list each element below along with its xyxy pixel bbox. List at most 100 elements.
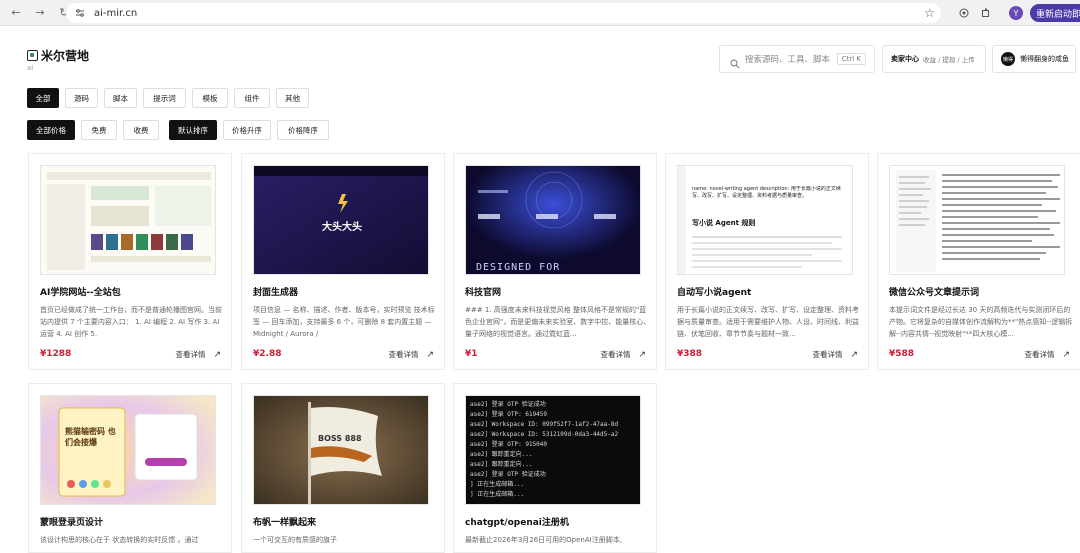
category-component[interactable]: 组件 (234, 88, 270, 108)
product-title[interactable]: 布帆一样飘起来 (253, 515, 316, 528)
product-card[interactable]: 大头大头 封面生成器 项目信息 — 名称、描述、作者、版本号，实时预览 技术标签… (241, 153, 445, 370)
product-thumbnail (889, 165, 1065, 275)
site-info-icon[interactable] (74, 7, 86, 19)
search-input[interactable]: 搜索源码、工具、脚本 Ctrl K (719, 45, 875, 73)
terminal-line: ] 正在生成邮箱... (470, 491, 525, 498)
view-details-label: 查看详情 (175, 350, 206, 359)
terminal-line: ] 正在生成邮箱... (470, 481, 525, 488)
arrow-up-right-icon: ↗ (850, 349, 858, 360)
site-subtitle: ai (27, 64, 34, 72)
flag-text: BOSS 888 (318, 434, 362, 443)
product-description: 一个可交互的有质感的旗子 (253, 536, 337, 544)
site-logo[interactable]: 米尔营地 (27, 47, 89, 64)
product-description: 用于长篇小说的正文续写、改写、扩写、设定整理、资料考据与质量审查。适用于需要维护… (677, 306, 859, 338)
product-title[interactable]: 微信公众号文章提示词 (889, 285, 979, 298)
product-card[interactable]: ase2] 登录 OTP 验证成功 ase2] 登录 OTP: 619459 ase… (453, 383, 657, 553)
cover-title-text: 大头大头 (322, 222, 362, 233)
terminal-line: ase2] Workspace ID: 5312109d-0da3-44d5-a… (470, 431, 619, 438)
url-text: ai-mir.cn (94, 7, 138, 19)
extension-icon[interactable] (956, 5, 972, 21)
product-description: 该设计构思的核心在于 状态转换的实时反馈 。通过 (40, 536, 199, 544)
terminal-line: ase2] 跟踪重定向... (470, 461, 533, 468)
back-icon[interactable]: ← (8, 5, 24, 21)
product-title[interactable]: 蒙眼登录页设计 (40, 515, 103, 528)
arrow-up-right-icon: ↗ (426, 349, 434, 360)
product-title[interactable]: chatgpt/openai注册机 (465, 515, 569, 528)
avatar: 懒得 (1001, 52, 1015, 66)
product-card[interactable]: 熊猫输密码 也们会接爆 蒙眼登录页设计 该设计构思的核心在于 状态转换的实时反馈… (28, 383, 232, 553)
product-description: ### 1. 高强度未来科技视觉风格 整体风格不是常规的"蓝色企业官网"，而是更… (465, 306, 651, 338)
category-other[interactable]: 其他 (276, 88, 309, 108)
product-thumbnail: DESIGNED FOR (465, 165, 641, 275)
product-description: 项目信息 — 名称、描述、作者、版本号，实时预览 技术标签 — 回车添加，支持最… (253, 306, 435, 338)
terminal-output: ase2] 登录 OTP 验证成功 ase2] 登录 OTP: 619459 ase… (470, 400, 640, 500)
sort-price-desc[interactable]: 价格降序 (277, 120, 329, 140)
forward-icon[interactable]: → (32, 5, 48, 21)
product-price: ¥1 (465, 349, 478, 359)
product-thumbnail: name: novel-writing agent description: 用… (677, 165, 853, 275)
terminal-line: ase2] Workspace ID: 099f52f7-1af2-47aa-8… (470, 421, 619, 428)
product-description: 最新截止2026年3月26日可用的OpenAI注册脚本, (465, 536, 622, 544)
doc-heading: 写小说 Agent 规则 (692, 219, 756, 227)
price-paid[interactable]: 收费 (123, 120, 159, 140)
product-title[interactable]: AI学院网站--全站包 (40, 285, 121, 298)
product-card[interactable]: DESIGNED FOR 科技官网 ### 1. 高强度未来科技视觉风格 整体风… (453, 153, 657, 370)
address-bar[interactable]: ai-mir.cn ☆ (66, 3, 941, 23)
product-card[interactable]: BOSS 888 布帆一样飘起来 一个可交互的有质感的旗子 (241, 383, 445, 553)
seller-center-label: 卖家中心 (891, 55, 919, 63)
login-headline: 熊猫输密码 也们会接爆 (65, 427, 116, 447)
category-filter: 全部 源码 脚本 提示词 模板 组件 其他 (27, 88, 315, 108)
category-prompt[interactable]: 提示词 (143, 88, 186, 108)
user-menu[interactable]: 懒得 懒得翻身的咸鱼 (992, 45, 1076, 73)
product-thumbnail: 熊猫输密码 也们会接爆 (40, 395, 216, 505)
view-details-link[interactable]: 查看详情 ↗ (1024, 349, 1070, 360)
product-title[interactable]: 科技官网 (465, 285, 501, 298)
category-source[interactable]: 源码 (65, 88, 98, 108)
arrow-up-right-icon: ↗ (1062, 349, 1070, 360)
sort-default[interactable]: 默认排序 (169, 120, 217, 140)
product-title[interactable]: 封面生成器 (253, 285, 298, 298)
product-thumbnail: 大头大头 (253, 165, 429, 275)
product-title[interactable]: 自动写小说agent (677, 285, 751, 298)
bookmark-star-icon[interactable]: ☆ (924, 6, 935, 20)
price-sort-filter: 全部价格 免费 收费 默认排序 价格升序 价格降序 (27, 120, 335, 140)
category-template[interactable]: 模板 (192, 88, 228, 108)
view-details-label: 查看详情 (1024, 350, 1055, 359)
view-details-link[interactable]: 查看详情 ↗ (388, 349, 434, 360)
doc-text: name: novel-writing agent description: 用… (692, 186, 841, 199)
terminal-line: ase2] 登录 OTP: 619459 (470, 411, 548, 418)
site-name: 米尔营地 (41, 49, 90, 63)
terminal-line: ase2] 跟踪重定向... (470, 451, 533, 458)
price-all[interactable]: 全部价格 (27, 120, 75, 140)
view-details-link[interactable]: 查看详情 ↗ (600, 349, 646, 360)
product-price: ¥588 (889, 349, 915, 359)
product-thumbnail: ase2] 登录 OTP 验证成功 ase2] 登录 OTP: 619459 ase… (465, 395, 641, 505)
product-card[interactable]: 微信公众号文章提示词 本提示词文件是经过长达 30 天的高频迭代与实测闭环后的产… (877, 153, 1080, 370)
view-details-link[interactable]: 查看详情 ↗ (175, 349, 221, 360)
search-icon (730, 54, 740, 69)
profile-avatar[interactable]: Y (1009, 6, 1023, 20)
logo-icon (27, 50, 38, 61)
product-card[interactable]: name: novel-writing agent description: 用… (665, 153, 869, 370)
restart-button[interactable]: 重新启动即可 (1030, 4, 1080, 22)
product-card[interactable]: AI学院网站--全站包 首页已经做成了统一工作台，而不是普通轮播图官网。当前站内… (28, 153, 232, 370)
category-script[interactable]: 脚本 (104, 88, 137, 108)
search-placeholder: 搜索源码、工具、脚本 (745, 55, 831, 65)
price-free[interactable]: 免费 (81, 120, 117, 140)
product-description: 本提示词文件是经过长达 30 天的高频迭代与实测闭环后的产物。它将复杂的自媒体创… (889, 306, 1073, 338)
seller-center-button[interactable]: 卖家中心 收益 / 提现 / 上传 (882, 45, 986, 73)
view-details-label: 查看详情 (600, 350, 631, 359)
terminal-line: ase2] 登录 OTP: 915040 (470, 441, 548, 448)
product-price: ¥388 (677, 349, 703, 359)
puzzle-extensions-icon[interactable] (978, 5, 994, 21)
view-details-label: 查看详情 (812, 350, 843, 359)
sort-price-asc[interactable]: 价格升序 (223, 120, 271, 140)
product-price: ¥1288 (40, 349, 72, 359)
category-all[interactable]: 全部 (27, 88, 59, 108)
arrow-up-right-icon: ↗ (638, 349, 646, 360)
arrow-up-right-icon: ↗ (213, 349, 221, 360)
product-price: ¥2.88 (253, 349, 282, 359)
view-details-link[interactable]: 查看详情 ↗ (812, 349, 858, 360)
product-thumbnail (40, 165, 216, 275)
terminal-line: ase2] 登录 OTP 验证成功 (470, 471, 546, 478)
